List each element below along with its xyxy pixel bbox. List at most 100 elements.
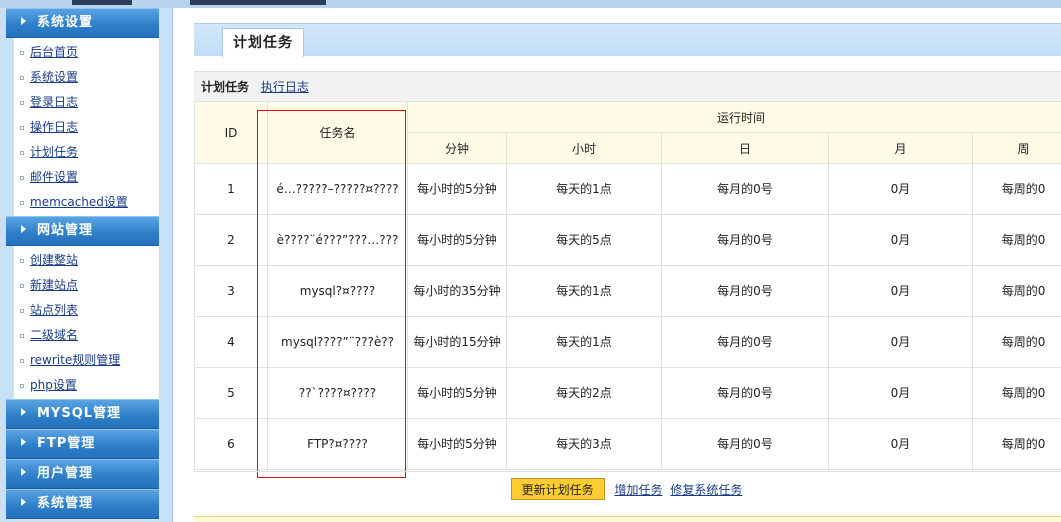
table-row: 2 è????¨é???”???…??? 每小时的5分钟 每天的5点 每月的0号 0月 每周… [194,214,1061,266]
bullet-icon [20,75,24,80]
cell-week: 每周的0 [971,316,1061,368]
sidebar-item-link[interactable]: 后台首页 [30,45,78,59]
sidebar-item: php设置 [14,373,159,398]
header-day: 日 [661,132,829,164]
cell-id: 2 [194,214,268,266]
bullet-icon [20,308,24,313]
bullet-icon [20,258,24,263]
sidebar-section-header[interactable]: 网站管理 [6,216,159,246]
cell-name: ??`????¤???? [267,367,408,419]
cell-id: 5 [194,367,268,419]
tab-scheduled-tasks[interactable]: 计划任务 [222,28,304,57]
sidebar-item-link[interactable]: 操作日志 [30,120,78,134]
cell-minute: 每小时的5分钟 [407,214,507,266]
sidebar-section-header[interactable]: 系统设置 [6,8,159,38]
triangle-right-icon [21,408,26,416]
header-id: ID [194,101,268,164]
bullet-icon [20,150,24,155]
sidebar-section-header[interactable]: MYSQL管理 [6,399,159,429]
bullet-icon [20,175,24,180]
cell-month: 0月 [828,418,973,470]
cell-month: 0月 [828,316,973,368]
bullet-icon [20,283,24,288]
cell-month: 0月 [828,214,973,266]
cell-name: mysql?¤???? [267,265,408,317]
sub-tabs: 计划任务 执行日志 [194,71,1061,101]
cell-month: 0月 [828,367,973,419]
sidebar-section-label: FTP管理 [37,436,96,451]
task-table: ID 任务名 运行时间 分钟 小时 日 月 周 1 é…?????–?????¤?… [194,101,1061,470]
bullet-icon [20,383,24,388]
cell-minute: 每小时的5分钟 [407,418,507,470]
sidebar-section-label: 网站管理 [37,223,94,238]
top-bar [0,0,1061,8]
triangle-right-icon [21,17,26,25]
table-row: 6 FTP?¤???? 每小时的5分钟 每天的3点 每月的0号 0月 每周的0 [194,418,1061,470]
add-task-link[interactable]: 增加任务 [614,483,662,497]
sidebar: 系统设置 后台首页 系统设置 登录日志 操作日志 计划任务 邮件设置 memcached设置网… [0,8,160,522]
sidebar-item: 登录日志 [14,90,159,115]
header-hour: 小时 [506,132,662,164]
cell-day: 每月的0号 [661,316,829,368]
tab-bar: 计划任务 [194,23,1061,57]
sidebar-section-label: 用户管理 [37,466,94,481]
top-bar-fragment [72,0,132,5]
sidebar-item: 邮件设置 [14,165,159,190]
cell-name: FTP?¤???? [267,418,408,470]
cell-week: 每周的0 [971,418,1061,470]
main-panel: 计划任务 计划任务 执行日志 ID 任务名 运行时间 分钟 小时 日 月 周 1… [173,8,1061,522]
sidebar-item: 计划任务 [14,140,159,165]
table-row: 4 mysql????”¨???è?? 每小时的15分钟 每天的1点 每月的0号 0月 每周… [194,316,1061,368]
sidebar-item-link[interactable]: memcached设置 [30,195,128,209]
cell-minute: 每小时的15分钟 [407,316,507,368]
repair-system-tasks-link[interactable]: 修复系统任务 [670,483,742,497]
sidebar-item: 后台首页 [14,40,159,65]
task-table-body: 1 é…?????–?????¤???? 每小时的5分钟 每天的1点 每月的0号 0月 每周… [194,163,1061,470]
sidebar-section-header[interactable]: 系统管理 [6,489,159,519]
sidebar-item: 二级域名 [14,323,159,348]
cell-day: 每月的0号 [661,214,829,266]
sidebar-item-link[interactable]: 二级域名 [30,328,78,342]
cell-day: 每月的0号 [661,163,829,215]
sidebar-item-link[interactable]: 邮件设置 [30,170,78,184]
header-task-name: 任务名 [267,101,408,164]
cell-hour: 每天的1点 [506,265,662,317]
sidebar-item-link[interactable]: 创建整站 [30,253,78,267]
sidebar-section-header[interactable]: 用户管理 [6,459,159,489]
triangle-right-icon [21,225,26,233]
subtab-current: 计划任务 [201,80,250,94]
bullet-icon [20,358,24,363]
sidebar-item: 系统设置 [14,65,159,90]
cell-week: 每周的0 [971,367,1061,419]
table-row: 5 ??`????¤???? 每小时的5分钟 每天的2点 每月的0号 0月 每周的0 [194,367,1061,419]
sidebar-item-link[interactable]: 计划任务 [30,145,78,159]
header-run-time: 运行时间 [406,101,1061,133]
cell-minute: 每小时的5分钟 [407,163,507,215]
sidebar-section-label: 系统管理 [37,496,94,511]
sidebar-item: rewrite规则管理 [14,348,159,373]
sidebar-item-link[interactable]: 站点列表 [30,303,78,317]
sidebar-item-link[interactable]: php设置 [30,378,77,392]
cell-week: 每周的0 [971,163,1061,215]
cell-id: 3 [194,265,268,317]
triangle-right-icon [21,438,26,446]
sidebar-section-items: 后台首页系统设置登录日志操作日志计划任务邮件设置 memcached设置 [14,38,159,216]
sidebar-item-link[interactable]: 新建站点 [30,278,78,292]
top-bar-fragment [190,0,326,5]
sidebar-item: 操作日志 [14,115,159,140]
sidebar-section-header[interactable]: FTP管理 [6,429,159,459]
subtab-execution-log-link[interactable]: 执行日志 [261,80,309,94]
sidebar-item-link[interactable]: 系统设置 [30,70,78,84]
sidebar-item-link[interactable]: 登录日志 [30,95,78,109]
cell-minute: 每小时的5分钟 [407,367,507,419]
cell-hour: 每天的1点 [506,316,662,368]
cell-name: mysql????”¨???è?? [267,316,408,368]
sidebar-item-link[interactable]: rewrite规则管理 [30,353,120,367]
cell-hour: 每天的1点 [506,163,662,215]
bullet-icon [20,100,24,105]
update-tasks-button[interactable]: 更新计划任务 [510,478,605,500]
bullet-icon [20,50,24,55]
header-week: 周 [971,132,1061,164]
bottom-strip [194,516,1061,522]
bullet-icon [20,333,24,338]
